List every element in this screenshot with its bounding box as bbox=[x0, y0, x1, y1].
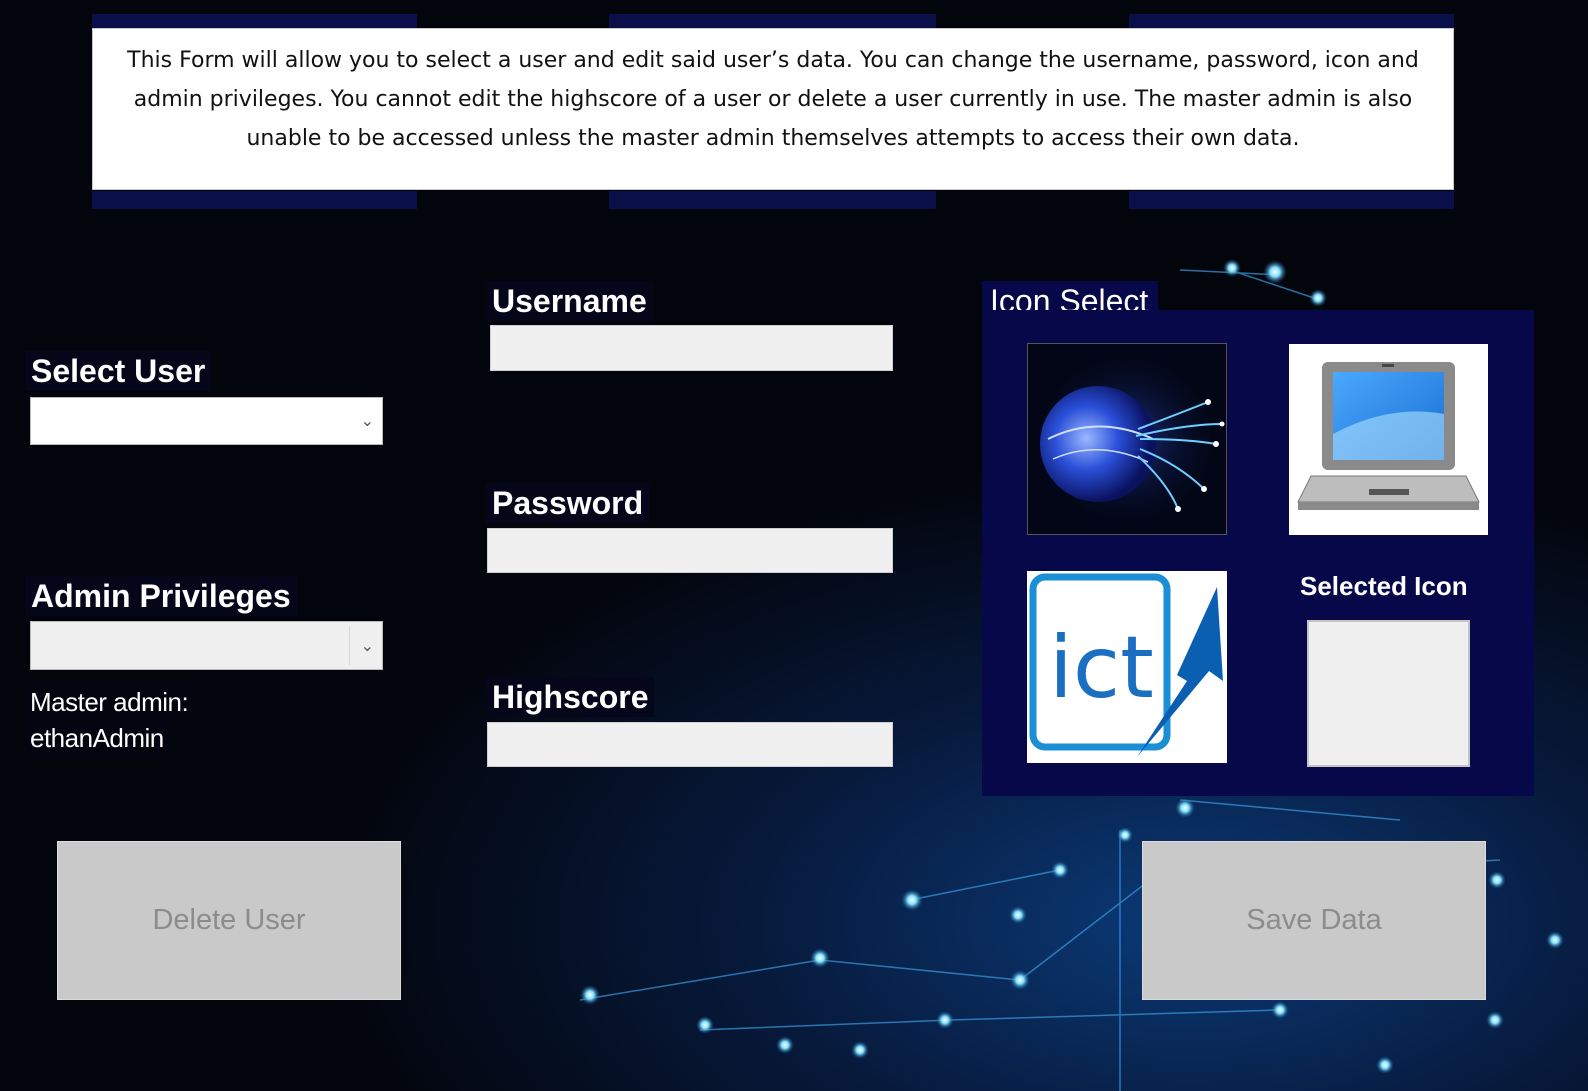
username-label: Username bbox=[486, 281, 653, 321]
select-user-label: Select User bbox=[25, 351, 212, 391]
highscore-label: Highscore bbox=[486, 677, 655, 717]
save-data-button[interactable]: Save Data bbox=[1142, 841, 1486, 1000]
header-stripe bbox=[609, 191, 936, 209]
master-admin-label: Master admin: bbox=[26, 685, 193, 719]
ict-logo-icon[interactable]: ict bbox=[1027, 571, 1227, 763]
password-label: Password bbox=[486, 483, 650, 523]
selected-icon-label: Selected Icon bbox=[1300, 571, 1468, 601]
chevron-down-icon[interactable]: ⌄ bbox=[361, 411, 374, 431]
admin-privileges-dropdown[interactable]: ⌄ bbox=[30, 621, 383, 670]
globe-fiber-icon[interactable] bbox=[1027, 343, 1227, 535]
delete-user-button[interactable]: Delete User bbox=[57, 841, 401, 1000]
password-input[interactable] bbox=[487, 528, 893, 573]
header-stripe bbox=[92, 191, 417, 209]
laptop-icon[interactable] bbox=[1289, 344, 1488, 535]
chevron-down-icon[interactable]: ⌄ bbox=[361, 636, 374, 656]
instructions-text: This Form will allow you to select a use… bbox=[92, 28, 1454, 190]
username-input[interactable] bbox=[490, 325, 893, 371]
dropdown-separator bbox=[349, 626, 350, 665]
highscore-input bbox=[487, 722, 893, 767]
master-admin-name: ethanAdmin bbox=[26, 721, 168, 755]
ict-logo-text: ict bbox=[1049, 618, 1154, 718]
selected-icon-preview bbox=[1307, 620, 1470, 767]
admin-privileges-label: Admin Privileges bbox=[25, 576, 297, 616]
header-stripe bbox=[1129, 191, 1454, 209]
select-user-dropdown[interactable]: ⌄ bbox=[30, 397, 383, 445]
